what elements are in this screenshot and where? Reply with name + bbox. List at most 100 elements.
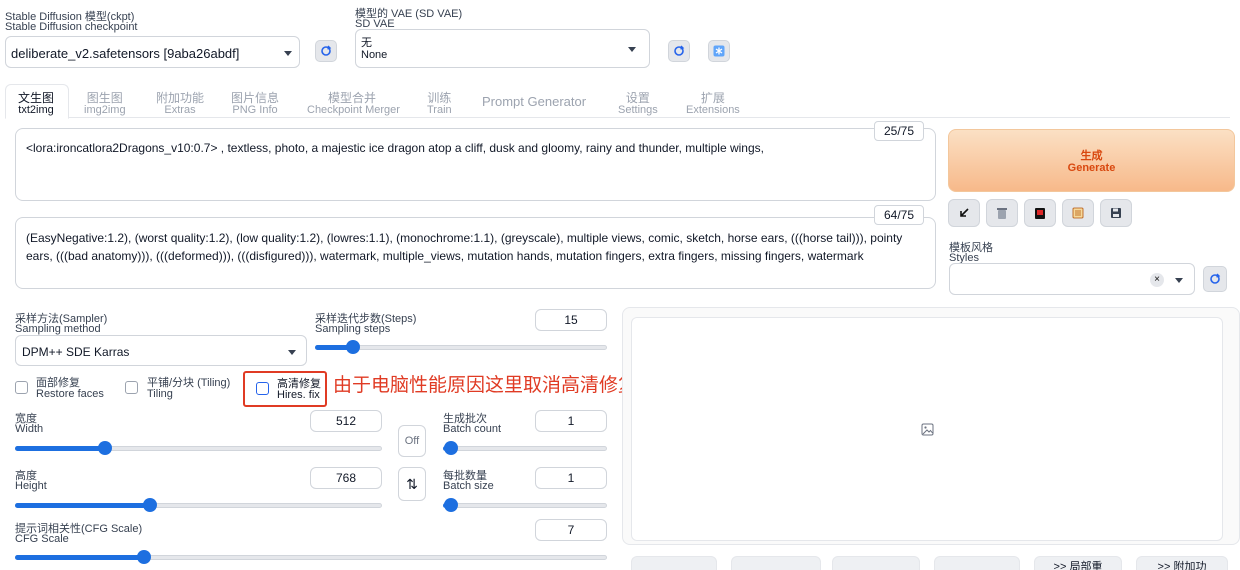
tab-label-en: PNG Info <box>232 104 278 116</box>
cfg-slider[interactable] <box>15 550 607 564</box>
batch-count-slider[interactable] <box>443 441 607 455</box>
hires-fix-checkbox[interactable] <box>256 382 269 395</box>
hires-off-button[interactable]: Off <box>398 425 426 457</box>
apply-style-button[interactable] <box>1062 199 1094 227</box>
tab-label-cn: 图片信息 <box>231 91 280 105</box>
generate-button[interactable]: 生成 Generate <box>948 129 1235 192</box>
prompt-textarea[interactable]: <lora:ironcatlora2Dragons_v10:0.7> , tex… <box>15 128 936 201</box>
vae-value-en: None <box>361 49 388 61</box>
chevron-down-icon <box>284 51 292 56</box>
height-slider[interactable] <box>15 498 382 512</box>
tab-label-en: Settings <box>618 104 658 116</box>
output-gallery <box>631 317 1223 541</box>
batch-size-input[interactable]: 1 <box>535 467 607 489</box>
cfg-input[interactable]: 7 <box>535 519 607 541</box>
tab-prompt-generator[interactable]: Prompt Generator <box>482 95 586 108</box>
prompt-text: <lora:ironcatlora2Dragons_v10:0.7> , tex… <box>26 141 764 155</box>
generate-label-cn: 生成 <box>1080 150 1103 162</box>
checkpoint-dropdown[interactable]: deliberate_v2.safetensors [9aba26abdf] <box>5 36 300 68</box>
batch-count-label-en: Batch count <box>443 423 502 435</box>
tab-settings[interactable]: 设置 Settings <box>618 92 658 116</box>
send-to-img2img-button[interactable] <box>832 556 920 570</box>
apply-vae-button[interactable] <box>708 40 730 62</box>
tab-label-en: Checkpoint Merger <box>307 104 400 116</box>
extra-networks-button[interactable] <box>1024 199 1056 227</box>
tab-label-cn: 文生图 <box>18 91 55 105</box>
restore-faces-label-en: Restore faces <box>36 388 104 400</box>
batch-size-label-en: Batch size <box>443 480 494 492</box>
tab-label-cn: 训练 <box>427 91 452 105</box>
tab-txt2img[interactable]: 文生图 txt2img <box>18 92 54 116</box>
tab-label-cn: 模型合并 <box>327 91 376 105</box>
negative-prompt-token-counter: 64/75 <box>874 205 924 225</box>
refresh-icon <box>321 45 332 56</box>
batch-count-slider-handle[interactable] <box>444 441 458 455</box>
save-button[interactable] <box>631 556 717 570</box>
height-slider-handle[interactable] <box>143 498 157 512</box>
height-input[interactable]: 768 <box>310 467 382 489</box>
tab-label-cn: 图生图 <box>86 91 123 105</box>
zip-button[interactable] <box>731 556 821 570</box>
clear-icon[interactable]: × <box>1150 273 1164 287</box>
tab-extras[interactable]: 附加功能 Extras <box>156 92 204 116</box>
tiling-checkbox[interactable] <box>125 381 138 394</box>
tiling-label-en: Tiling <box>147 388 173 400</box>
send-to-inpaint-button[interactable]: >> 局部重 <box>1034 556 1122 570</box>
restore-faces-checkbox[interactable] <box>15 381 28 394</box>
prompt-token-counter: 25/75 <box>874 121 924 141</box>
asterisk-icon <box>713 45 725 57</box>
cfg-slider-fill <box>15 555 143 560</box>
vae-value-cn: 无 <box>361 37 372 49</box>
steps-label-en: Sampling steps <box>315 323 391 335</box>
checkpoint-value: deliberate_v2.safetensors [9aba26abdf] <box>11 46 240 61</box>
steps-slider[interactable] <box>315 340 607 354</box>
negative-prompt-textarea[interactable]: (EasyNegative:1.2), (worst quality:1.2),… <box>15 217 936 289</box>
negative-prompt-text: (EasyNegative:1.2), (worst quality:1.2),… <box>26 231 903 263</box>
height-slider-fill <box>15 503 149 508</box>
chevron-down-icon <box>628 47 636 52</box>
generate-label-en: Generate <box>1067 162 1116 174</box>
tab-extensions[interactable]: 扩展 Extensions <box>686 92 740 116</box>
vae-dropdown[interactable]: 无 None <box>355 29 650 68</box>
tab-label-en: Extensions <box>686 104 740 116</box>
width-label-en: Width <box>15 423 44 435</box>
width-slider-fill <box>15 446 104 451</box>
clear-prompt-button[interactable] <box>986 199 1018 227</box>
checkpoint-label-en: Stable Diffusion checkpoint <box>5 21 138 33</box>
send-to-extras-label-button[interactable]: >> 附加功 <box>1136 556 1228 570</box>
hires-fix-label-en: Hires. fix <box>277 389 320 401</box>
batch-size-slider[interactable] <box>443 498 607 512</box>
styles-dropdown[interactable]: × <box>949 263 1195 295</box>
tab-checkpoint-merger[interactable]: 模型合并 Checkpoint Merger <box>307 91 400 116</box>
tab-train[interactable]: 训练 Train <box>427 92 452 116</box>
steps-slider-handle[interactable] <box>346 340 360 354</box>
swap-dimensions-button[interactable]: ⇅ <box>398 467 426 501</box>
save-style-button[interactable] <box>1100 199 1132 227</box>
floppy-disk-icon <box>1111 208 1121 218</box>
send-to-extras-button[interactable] <box>934 556 1020 570</box>
batch-count-input[interactable]: 1 <box>535 410 607 432</box>
tab-label-cn: 设置 <box>625 91 650 105</box>
tab-label-en: Train <box>427 104 452 116</box>
tab-label-en: Extras <box>164 104 196 116</box>
tab-img2img[interactable]: 图生图 img2img <box>84 92 126 116</box>
chevron-down-icon <box>288 350 296 355</box>
width-input[interactable]: 512 <box>310 410 382 432</box>
arrow-down-left-icon <box>960 208 969 217</box>
batch-size-slider-handle[interactable] <box>444 498 458 512</box>
sampler-value: DPM++ SDE Karras <box>22 345 130 359</box>
sampler-dropdown[interactable]: DPM++ SDE Karras <box>15 335 307 366</box>
cfg-label-en: CFG Scale <box>15 533 69 545</box>
width-slider-handle[interactable] <box>98 441 112 455</box>
tab-label-cn: 附加功能 <box>156 91 205 105</box>
steps-input[interactable]: 15 <box>535 309 607 331</box>
read-params-button[interactable] <box>948 199 980 227</box>
refresh-vae-button[interactable] <box>668 40 690 62</box>
tab-label-en: img2img <box>84 104 126 116</box>
refresh-checkpoint-button[interactable] <box>315 40 337 62</box>
height-label-en: Height <box>15 480 47 492</box>
tab-png-info[interactable]: 图片信息 PNG Info <box>231 92 279 116</box>
refresh-styles-button[interactable] <box>1203 266 1227 292</box>
width-slider[interactable] <box>15 441 382 455</box>
cfg-slider-handle[interactable] <box>137 550 151 564</box>
